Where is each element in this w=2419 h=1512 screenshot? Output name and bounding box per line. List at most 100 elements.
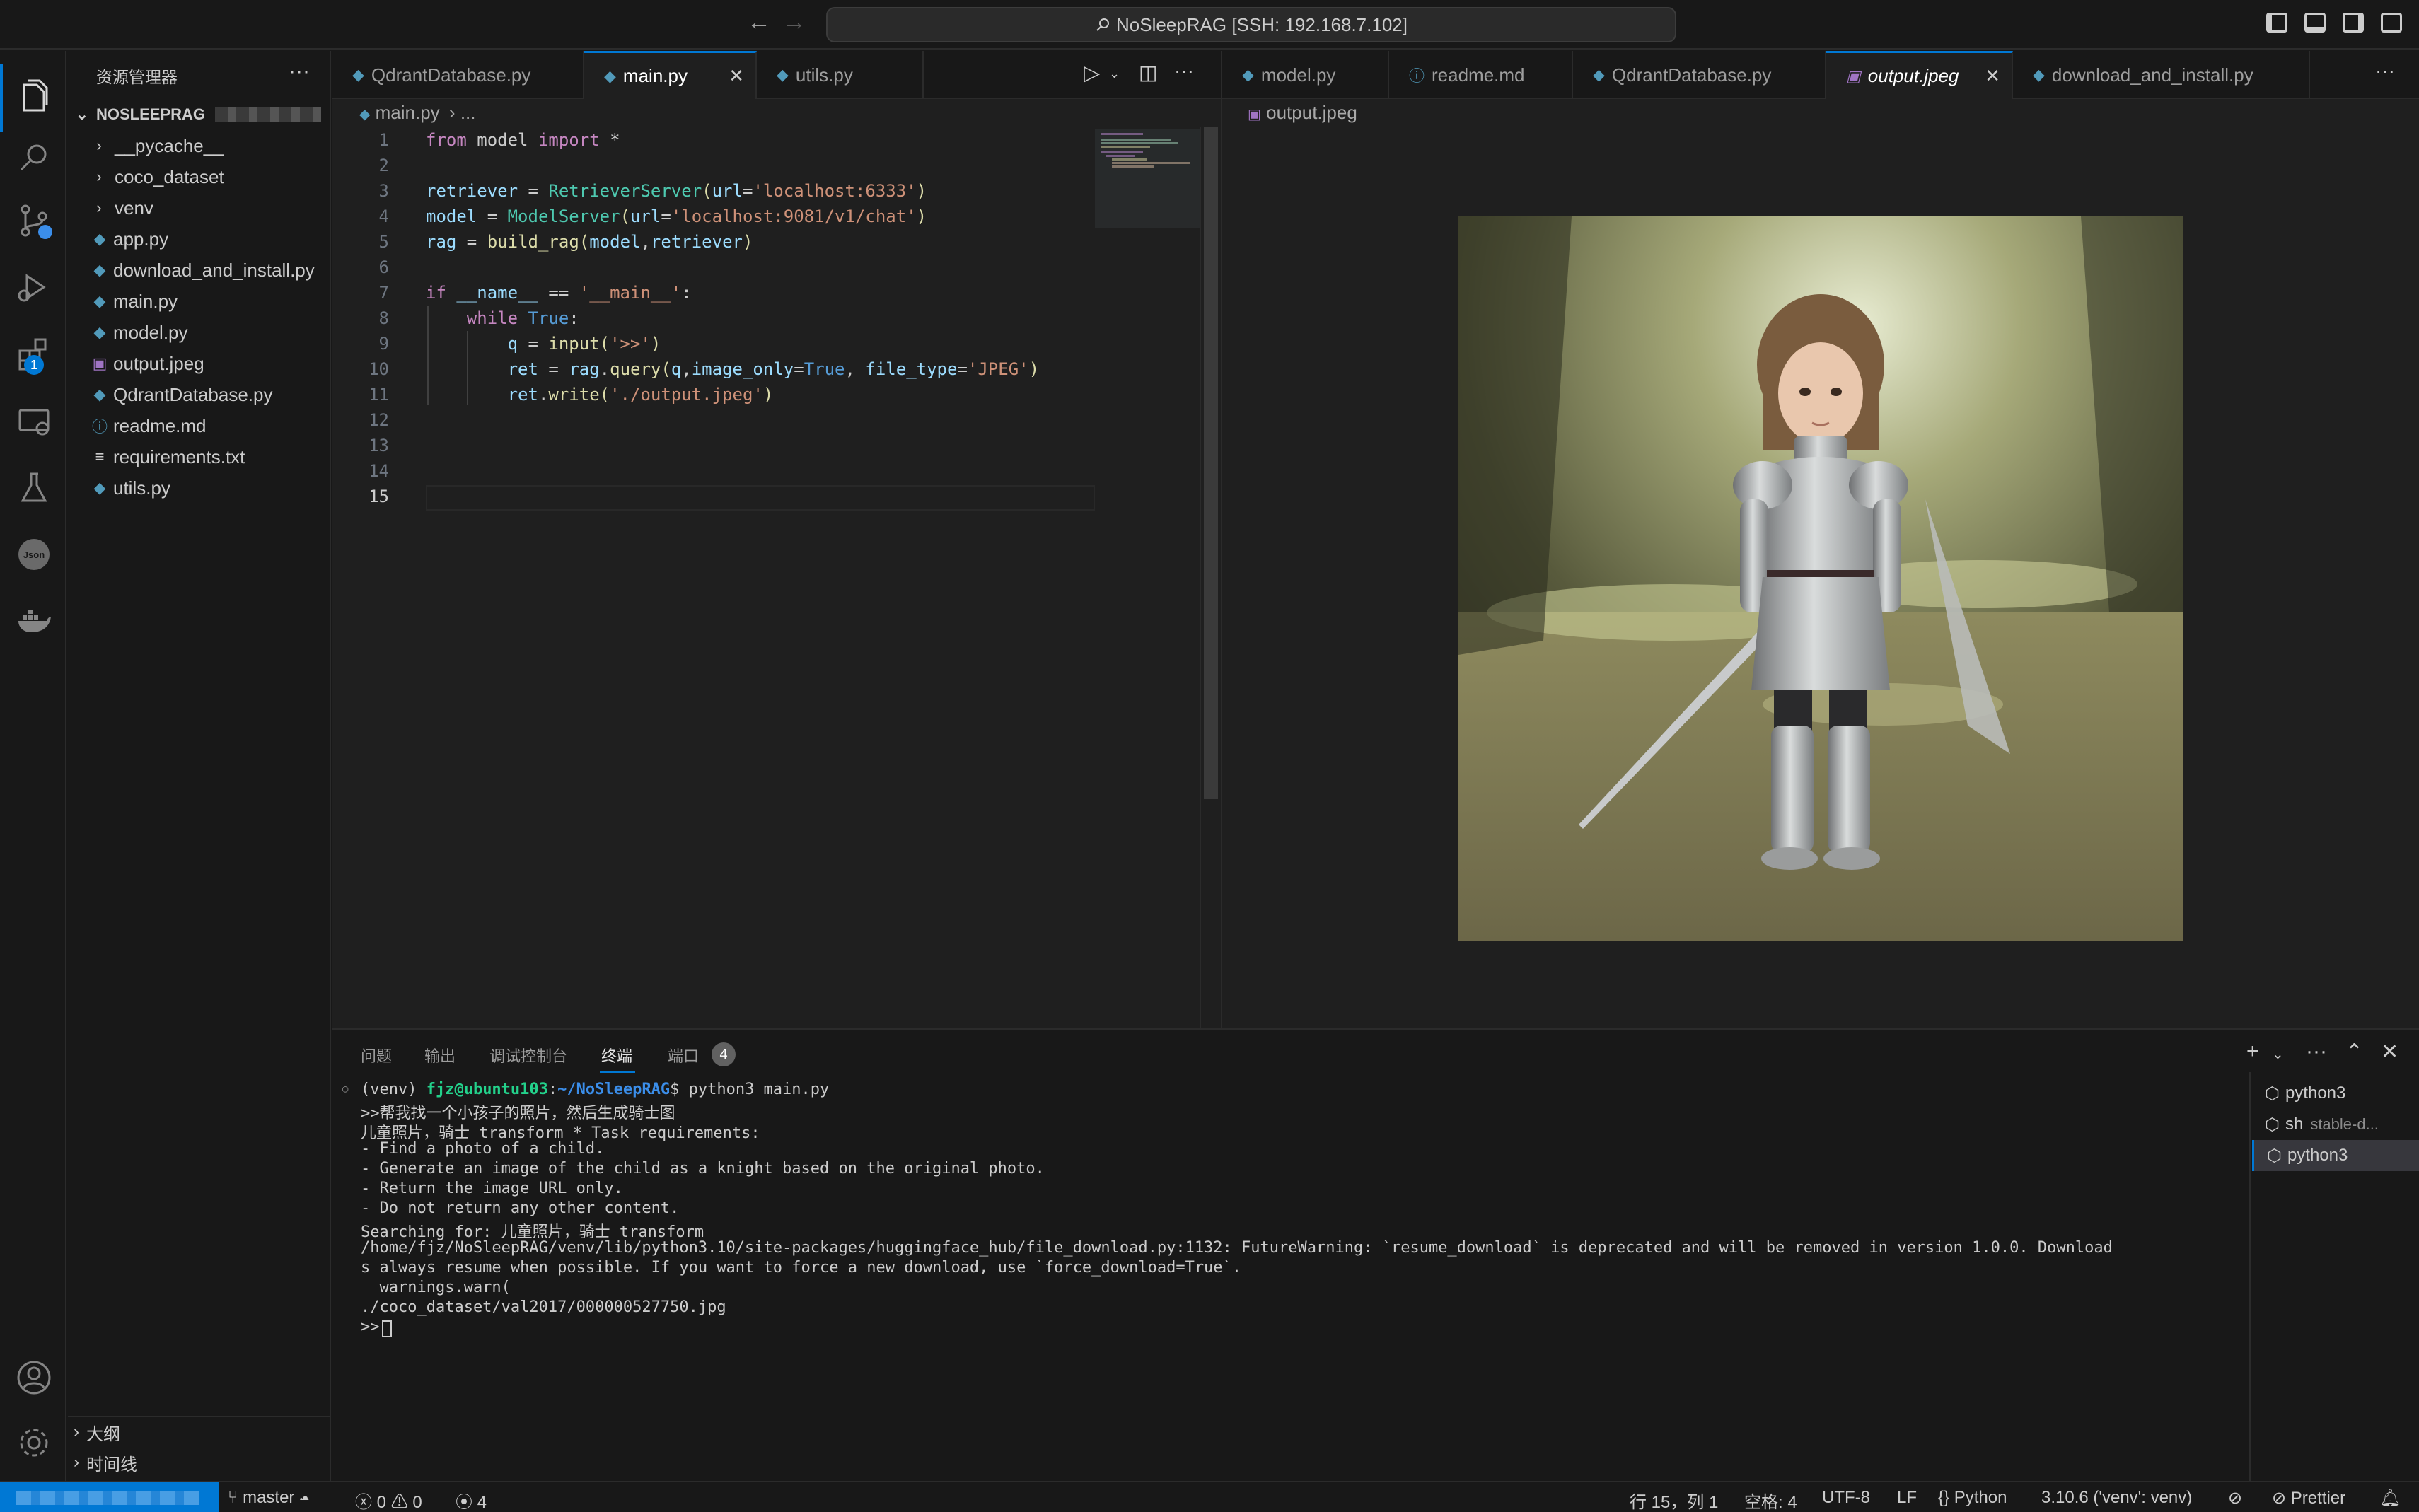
breadcrumb[interactable]: ▣ output.jpeg	[1248, 102, 1357, 124]
tab-qdrantdatabase[interactable]: ◆ QdrantDatabase.py	[332, 51, 584, 99]
more-actions-icon[interactable]: ···	[1174, 59, 1194, 82]
account-icon[interactable]	[14, 1358, 54, 1397]
docker-icon[interactable]	[14, 601, 54, 641]
code-line-9: q = input('>>')	[507, 334, 661, 354]
line-number: 8	[378, 308, 389, 328]
toggle-sidebar-icon[interactable]	[2266, 13, 2287, 33]
close-icon[interactable]: ✕	[1985, 65, 2000, 87]
code-token: retriever	[650, 232, 743, 252]
toggle-panel-icon[interactable]	[2304, 13, 2326, 33]
search-icon[interactable]	[14, 139, 54, 178]
shell-cube-icon: ⬡	[2265, 1115, 2280, 1134]
folder-item[interactable]: › coco_dataset	[68, 161, 330, 192]
breadcrumb-more[interactable]: ...	[460, 102, 476, 123]
file-item[interactable]: ▣ output.jpeg	[68, 348, 330, 379]
python-interpreter[interactable]: 3.10.6 ('venv': venv)	[2041, 1488, 2192, 1508]
remote-explorer-icon[interactable]	[14, 402, 54, 441]
editor-scrollbar[interactable]	[1200, 127, 1218, 1028]
file-item[interactable]: ◆ main.py	[68, 286, 330, 317]
file-item[interactable]: ◆ model.py	[68, 317, 330, 348]
tab-readme[interactable]: ⓘ readme.md	[1389, 51, 1573, 99]
terminal-item[interactable]: ⬡ sh stable-d...	[2252, 1109, 2419, 1140]
file-item[interactable]: ◆ app.py	[68, 223, 330, 255]
explorer-icon[interactable]	[14, 76, 54, 116]
code-token: q	[507, 334, 518, 354]
ports-status[interactable]: ⦿ 4	[456, 1488, 487, 1512]
chevron-down-icon[interactable]: ⌄	[2272, 1045, 2284, 1063]
prettier-status[interactable]: ⊘ Prettier	[2272, 1488, 2345, 1508]
customize-layout-icon[interactable]	[2381, 13, 2402, 33]
code-token: ModelServer	[507, 207, 620, 226]
branch-status[interactable]: ⑂ master ☁	[228, 1488, 310, 1508]
file-item[interactable]: ≡ requirements.txt	[68, 441, 330, 472]
close-icon[interactable]: ✕	[729, 65, 744, 87]
tab-ports[interactable]: 端口	[668, 1044, 699, 1066]
json-icon[interactable]: Json	[14, 535, 54, 574]
terminal-item[interactable]: ⬡ python3	[2252, 1140, 2419, 1171]
scrollbar-thumb[interactable]	[1204, 127, 1218, 799]
notifications-bell-icon[interactable]: 🔔︎	[2379, 1488, 2401, 1508]
tab-qdrantdatabase[interactable]: ◆ QdrantDatabase.py	[1573, 51, 1826, 99]
tab-output[interactable]: 输出	[424, 1044, 456, 1066]
language-mode[interactable]: {} Python	[1938, 1488, 2007, 1508]
problems-status[interactable]: ⓧ 0 ⚠ 0	[355, 1488, 422, 1512]
encoding[interactable]: UTF-8	[1822, 1488, 1870, 1508]
end-of-line[interactable]: LF	[1897, 1488, 1917, 1508]
file-item[interactable]: ◆ download_and_install.py	[68, 255, 330, 286]
chevron-down-icon[interactable]: ⌄	[1109, 66, 1120, 81]
indentation[interactable]: 空格: 4	[1744, 1488, 1797, 1512]
file-item[interactable]: ◆ utils.py	[68, 472, 330, 504]
tab-download-and-install[interactable]: ◆ download_and_install.py	[2013, 51, 2310, 99]
code-editor[interactable]: ◆ main.py › ... 1 2 3 4 5 6 7 8 9 10 11 12 13 14 15 fr…	[332, 99, 1221, 1028]
tab-output-jpeg[interactable]: ▣ output.jpeg ✕	[1826, 51, 2013, 99]
testing-icon[interactable]	[14, 468, 54, 508]
outline-label: 大纲	[86, 1424, 120, 1444]
python-file-icon: ◆	[777, 66, 789, 83]
split-editor-icon[interactable]: ◫	[1139, 61, 1157, 84]
settings-gear-icon[interactable]	[14, 1423, 54, 1462]
workspace-root-label: NOSLEEPRAG	[96, 105, 206, 123]
tab-model[interactable]: ◆ model.py	[1222, 51, 1389, 99]
breadcrumb-file[interactable]: main.py	[376, 102, 440, 123]
cursor-position[interactable]: 行 15，列 1	[1630, 1488, 1718, 1512]
run-debug-icon[interactable]	[14, 267, 54, 307]
terminal-output-line: /home/fjz/NoSleepRAG/venv/lib/python3.10…	[361, 1239, 2113, 1257]
copilot-icon[interactable]: ⊘	[2228, 1488, 2242, 1508]
more-actions-icon[interactable]: ···	[2375, 59, 2395, 82]
timeline-section[interactable]: › 时间线	[68, 1447, 330, 1478]
file-item[interactable]: ⓘ readme.md	[68, 410, 330, 441]
python-cube-icon: ⬡	[2267, 1146, 2282, 1165]
folder-item[interactable]: › venv	[68, 192, 330, 223]
breadcrumb[interactable]: ◆ main.py › ...	[359, 102, 475, 124]
arrow-right-icon[interactable]: →	[782, 8, 806, 36]
arrow-left-icon[interactable]: ←	[747, 8, 771, 36]
toggle-secondary-sidebar-icon[interactable]	[2343, 13, 2364, 33]
close-panel-icon[interactable]: ✕	[2381, 1040, 2398, 1064]
outline-section[interactable]: › 大纲	[68, 1416, 330, 1447]
prompt-command: $ python3 main.py	[670, 1081, 830, 1098]
tab-terminal[interactable]: 终端	[601, 1044, 632, 1066]
breadcrumb-file[interactable]: output.jpeg	[1266, 102, 1357, 123]
tab-problems[interactable]: 问题	[361, 1044, 392, 1066]
tab-utils[interactable]: ◆ utils.py	[757, 51, 924, 99]
more-actions-icon[interactable]: ···	[289, 59, 310, 83]
code-line-1: from model import *	[426, 130, 620, 150]
command-center[interactable]: NoSleepRAG [SSH: 192.168.7.102]	[826, 7, 1676, 42]
chevron-right-icon: ›	[96, 136, 102, 154]
tab-debug-console[interactable]: 调试控制台	[489, 1044, 567, 1066]
maximize-panel-icon[interactable]: ⌃	[2345, 1040, 2363, 1064]
source-control-icon[interactable]	[14, 201, 54, 240]
image-preview-editor[interactable]: ▣ output.jpeg	[1221, 99, 2419, 1028]
remote-indicator[interactable]	[0, 1482, 219, 1512]
more-actions-icon[interactable]: ···	[2306, 1040, 2327, 1064]
file-item[interactable]: ◆ QdrantDatabase.py	[68, 379, 330, 410]
new-terminal-icon[interactable]: +	[2246, 1040, 2259, 1064]
tab-main[interactable]: ◆ main.py ✕	[584, 51, 757, 99]
workspace-root[interactable]: ⌄ NOSLEEPRAG	[68, 99, 330, 130]
terminal-output-line: s always resume when possible. If you wa…	[361, 1259, 1242, 1277]
info-icon: ⓘ	[1409, 67, 1425, 85]
minimap[interactable]	[1095, 129, 1201, 228]
run-file-icon[interactable]: ▷	[1084, 61, 1100, 86]
terminal-item[interactable]: ⬡ python3	[2252, 1078, 2419, 1109]
folder-item[interactable]: › __pycache__	[68, 130, 330, 161]
